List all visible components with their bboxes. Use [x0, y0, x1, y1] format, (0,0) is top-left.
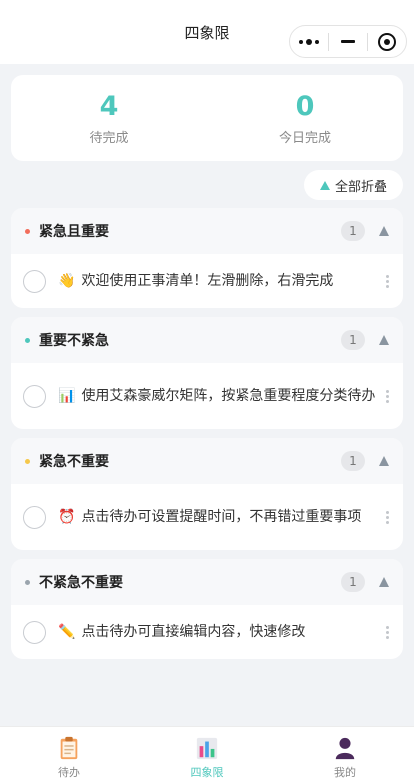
collapse-caret-icon[interactable]	[379, 456, 389, 466]
triangle-up-icon	[319, 180, 330, 190]
todo-label: 点击待办可设置提醒时间，不再错过重要事项	[81, 509, 362, 525]
quadrant-dot-icon	[25, 228, 30, 234]
collapse-caret-icon[interactable]	[379, 226, 389, 236]
alarm-clock-icon: ⏰	[58, 509, 76, 525]
quadrant-header[interactable]: 重要不紧急 1	[11, 317, 403, 363]
close-button[interactable]	[368, 26, 406, 57]
quadrant-header[interactable]: 不紧急不重要 1	[11, 559, 403, 605]
tab-todo[interactable]: 待办	[0, 727, 138, 780]
todo-text[interactable]: 👋 欢迎使用正事清单！左滑删除，右滑完成	[58, 269, 378, 293]
pencil-icon: ✏️	[58, 624, 76, 640]
todo-item[interactable]: ✏️ 点击待办可直接编辑内容，快速修改	[11, 605, 403, 659]
todo-text[interactable]: ✏️ 点击待办可直接编辑内容，快速修改	[58, 620, 378, 644]
stats-card: 4 待完成 0 今日完成	[11, 75, 403, 161]
tab-label: 我的	[334, 766, 356, 779]
todo-item[interactable]: 👋 欢迎使用正事清单！左滑删除，右滑完成	[11, 254, 403, 308]
complete-checkbox[interactable]	[23, 620, 46, 644]
complete-checkbox[interactable]	[23, 384, 46, 408]
count-badge: 1	[341, 330, 365, 350]
drag-handle-icon[interactable]	[386, 510, 389, 524]
complete-checkbox[interactable]	[23, 505, 46, 529]
drag-handle-icon[interactable]	[386, 389, 389, 403]
count-badge: 1	[341, 221, 365, 241]
quadrant-dot-icon	[25, 337, 30, 343]
todo-text[interactable]: 📊 使用艾森豪威尔矩阵，按紧急重要程度分类待办	[58, 384, 378, 408]
quadrant-title: 不紧急不重要	[39, 575, 123, 591]
bar-chart-icon: 📊	[58, 388, 76, 404]
count-badge: 1	[341, 451, 365, 471]
page-title: 四象限	[184, 23, 230, 42]
quadrant-title: 重要不紧急	[39, 333, 109, 349]
minimize-button[interactable]	[329, 26, 367, 57]
todo-label: 使用艾森豪威尔矩阵，按紧急重要程度分类待办	[81, 388, 376, 404]
quadrant-card-urgent-not-important: 紧急不重要 1 ⏰ 点击待办可设置提醒时间，不再错过重要事项	[11, 438, 403, 550]
more-dots-icon	[299, 38, 319, 45]
quadrant-card-important-not-urgent: 重要不紧急 1 📊 使用艾森豪威尔矩阵，按紧急重要程度分类待办	[11, 317, 403, 429]
clipboard-icon	[60, 736, 78, 760]
todo-item[interactable]: 📊 使用艾森豪威尔矩阵，按紧急重要程度分类待办	[11, 363, 403, 429]
quadrant-card-urgent-important: 紧急且重要 1 👋 欢迎使用正事清单！左滑删除，右滑完成	[11, 208, 403, 308]
minus-icon	[341, 40, 355, 43]
quadrant-dot-icon	[25, 458, 30, 464]
quadrant-dot-icon	[25, 579, 30, 585]
bar-chart-icon	[196, 737, 218, 760]
waving-hand-icon: 👋	[58, 273, 76, 289]
tab-label: 四象限	[190, 766, 224, 779]
collapse-caret-icon[interactable]	[379, 577, 389, 587]
quadrant-header[interactable]: 紧急且重要 1	[11, 208, 403, 254]
tab-label: 待办	[58, 766, 80, 779]
more-options-button[interactable]	[290, 26, 328, 57]
collapse-caret-icon[interactable]	[379, 335, 389, 345]
mini-program-capsule	[289, 25, 407, 58]
tab-quadrant[interactable]: 四象限	[138, 727, 276, 780]
drag-handle-icon[interactable]	[386, 274, 389, 288]
todo-item[interactable]: ⏰ 点击待办可设置提醒时间，不再错过重要事项	[11, 484, 403, 550]
stat-value: 4	[99, 90, 119, 122]
target-icon	[378, 32, 396, 51]
collapse-all-button[interactable]: 全部折叠	[304, 170, 403, 200]
stat-value: 0	[295, 90, 315, 122]
quadrant-header[interactable]: 紧急不重要 1	[11, 438, 403, 484]
drag-handle-icon[interactable]	[386, 625, 389, 639]
person-icon	[335, 737, 355, 760]
todo-label: 欢迎使用正事清单！左滑删除，右滑完成	[81, 273, 334, 289]
todo-text[interactable]: ⏰ 点击待办可设置提醒时间，不再错过重要事项	[58, 505, 378, 529]
tab-bar: 待办 四象限 我的	[0, 726, 414, 780]
quadrant-title: 紧急不重要	[39, 454, 109, 470]
stat-label: 今日完成	[278, 130, 331, 146]
stat-completed-today: 0 今日完成	[207, 75, 403, 161]
tab-mine[interactable]: 我的	[276, 727, 414, 780]
collapse-all-label: 全部折叠	[334, 179, 387, 195]
todo-label: 点击待办可直接编辑内容，快速修改	[81, 624, 306, 640]
quadrant-title: 紧急且重要	[39, 224, 109, 240]
navigation-bar: 四象限	[0, 0, 414, 64]
stat-label: 待完成	[89, 130, 129, 146]
complete-checkbox[interactable]	[23, 269, 46, 293]
count-badge: 1	[341, 572, 365, 592]
stat-pending: 4 待完成	[11, 75, 207, 161]
quadrant-card-not-urgent-not-important: 不紧急不重要 1 ✏️ 点击待办可直接编辑内容，快速修改	[11, 559, 403, 659]
